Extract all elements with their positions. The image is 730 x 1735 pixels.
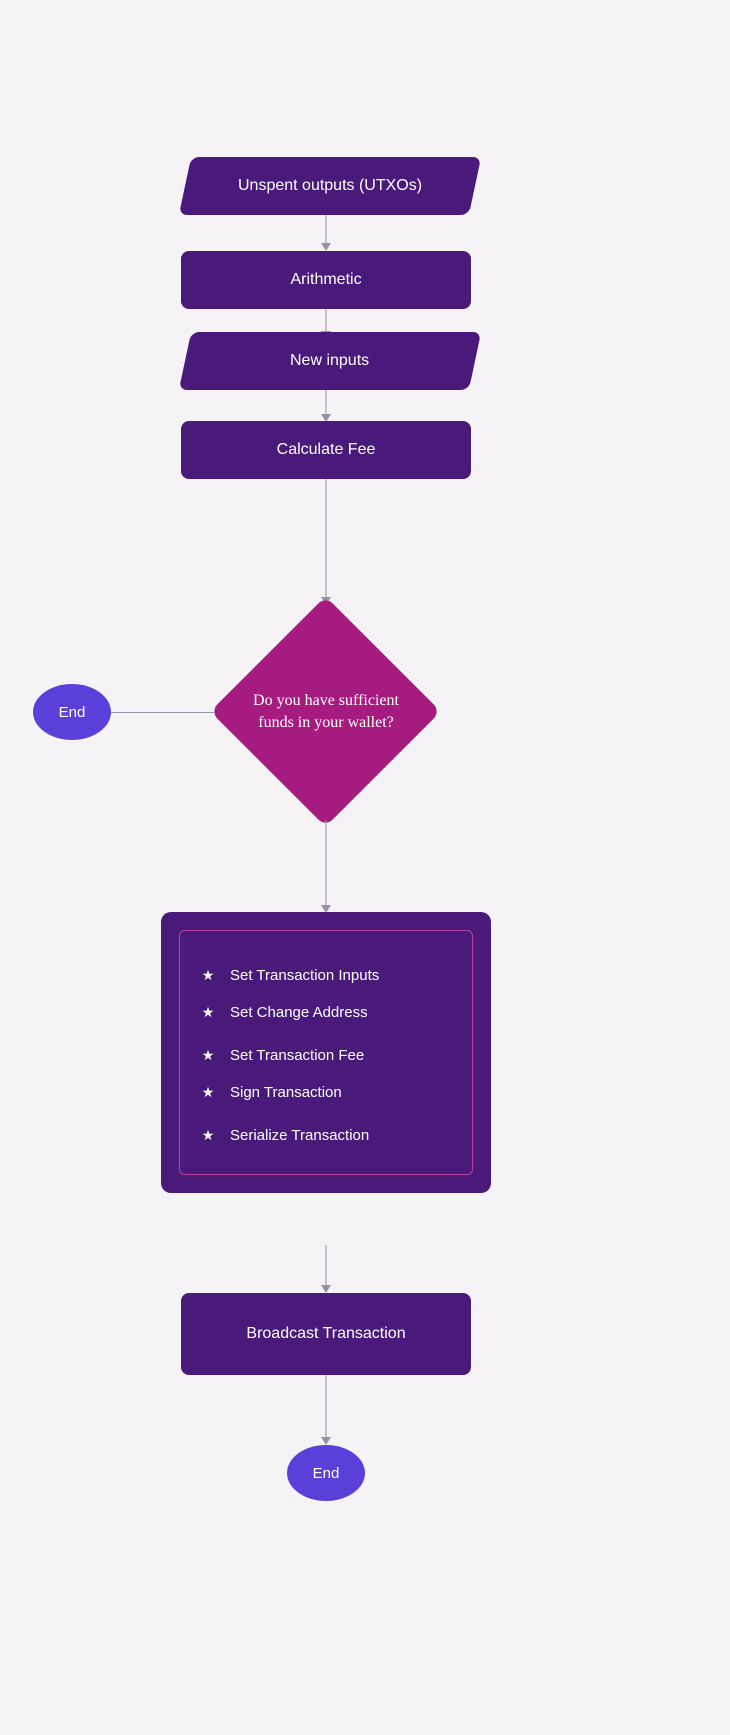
star-icon: ★ bbox=[200, 1047, 216, 1064]
step-item: ★ Set Change Address bbox=[200, 1004, 452, 1021]
node-utxos: Unspent outputs (UTXOs) bbox=[179, 157, 481, 215]
node-end-bottom-label: End bbox=[313, 1465, 340, 1482]
arrow-icon bbox=[321, 1285, 331, 1293]
node-utxos-label: Unspent outputs (UTXOs) bbox=[238, 177, 422, 195]
node-end-bottom: End bbox=[287, 1445, 365, 1501]
step-item: ★ Set Transaction Inputs bbox=[200, 967, 452, 984]
node-decision: Do you have sufficient funds in your wal… bbox=[211, 597, 441, 827]
connector bbox=[326, 1245, 327, 1285]
connector bbox=[326, 820, 327, 905]
step-item: ★ Serialize Transaction bbox=[200, 1127, 452, 1144]
connector bbox=[108, 712, 215, 713]
steps-inner-frame: ★ Set Transaction Inputs ★ Set Change Ad… bbox=[179, 930, 473, 1175]
arrow-icon bbox=[321, 1437, 331, 1445]
connector bbox=[326, 1375, 327, 1437]
arrow-icon bbox=[321, 243, 331, 251]
step-label: Set Transaction Inputs bbox=[230, 967, 379, 984]
node-end-left-label: End bbox=[59, 704, 86, 721]
node-decision-label: Do you have sufficient funds in your wal… bbox=[211, 690, 441, 733]
connector bbox=[326, 390, 327, 414]
star-icon: ★ bbox=[200, 967, 216, 984]
node-arithmetic: Arithmetic bbox=[181, 251, 471, 309]
step-item: ★ Sign Transaction bbox=[200, 1084, 452, 1101]
node-end-left: End bbox=[33, 684, 111, 740]
node-calcfee-label: Calculate Fee bbox=[277, 441, 376, 459]
step-label: Set Change Address bbox=[230, 1004, 368, 1021]
connector bbox=[326, 215, 327, 243]
node-newinputs: New inputs bbox=[179, 332, 481, 390]
star-icon: ★ bbox=[200, 1127, 216, 1144]
node-broadcast-label: Broadcast Transaction bbox=[246, 1325, 405, 1343]
node-broadcast: Broadcast Transaction bbox=[181, 1293, 471, 1375]
connector bbox=[326, 479, 327, 597]
node-calcfee: Calculate Fee bbox=[181, 421, 471, 479]
node-arithmetic-label: Arithmetic bbox=[290, 271, 361, 289]
node-newinputs-label: New inputs bbox=[290, 352, 369, 370]
step-item: ★ Set Transaction Fee bbox=[200, 1047, 452, 1064]
star-icon: ★ bbox=[200, 1004, 216, 1021]
step-label: Set Transaction Fee bbox=[230, 1047, 364, 1064]
star-icon: ★ bbox=[200, 1084, 216, 1101]
step-label: Serialize Transaction bbox=[230, 1127, 369, 1144]
connector bbox=[326, 309, 327, 331]
step-label: Sign Transaction bbox=[230, 1084, 342, 1101]
node-steps-box: ★ Set Transaction Inputs ★ Set Change Ad… bbox=[161, 912, 491, 1193]
